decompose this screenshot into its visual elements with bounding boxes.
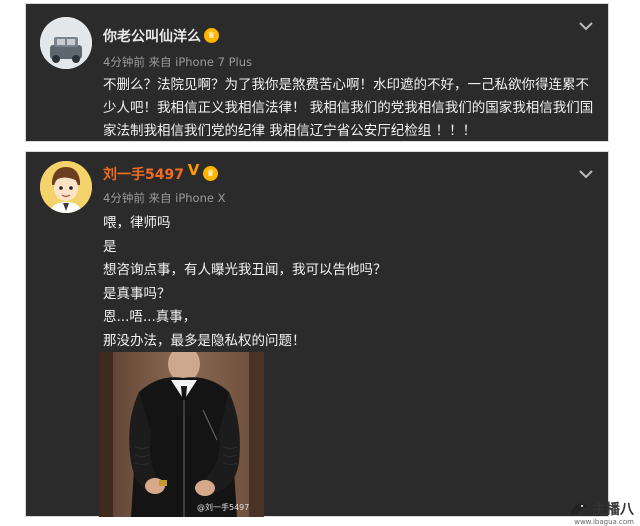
post-line: 喂，律师吗	[103, 215, 171, 231]
chevron-down-icon[interactable]	[578, 168, 594, 180]
avatar[interactable]	[40, 17, 92, 69]
photo-watermark: @刘一手5497	[197, 503, 250, 512]
post-text: 不删么？法院见啊？为了我你是煞费苦心啊！水印遮的不好，一己私欲你得连累不少人吧！…	[103, 77, 594, 139]
post-line: 想咨询点事，有人曝光我丑闻，我可以告他吗？	[103, 262, 387, 278]
weibo-post-1: 你老公叫仙洋么 ♛ 4分钟前 来自 iPhone 7 Plus 不删么？法院见啊…	[25, 3, 609, 142]
vip-badge-icon: ♛	[203, 166, 218, 181]
post-photo[interactable]: @刘一手5497	[99, 352, 264, 517]
verified-v-icon: V	[187, 160, 200, 179]
chevron-down-icon[interactable]	[578, 20, 594, 32]
bird-icon	[570, 503, 587, 515]
site-logo-text: 主播八	[592, 502, 634, 518]
post-line: 恩...唔...真事，	[103, 309, 197, 325]
post-meta: 4分钟前 来自 iPhone X	[103, 191, 226, 205]
site-logo: 主播八 www.ibagua.com	[567, 497, 634, 526]
username[interactable]: 刘一手5497	[103, 164, 184, 184]
post-text: 喂，律师吗 是 想咨询点事，有人曝光我丑闻，我可以告他吗？ 是真事吗？ 恩...…	[103, 212, 387, 353]
post-meta: 4分钟前 来自 iPhone 7 Plus	[103, 55, 252, 69]
vip-badge-icon: ♛	[204, 28, 219, 43]
post-line: 是真事吗？	[103, 285, 171, 302]
post-line: 是	[103, 238, 117, 255]
weibo-post-2: 刘一手5497 V ♛ 4分钟前 来自 iPhone X 喂，律师吗 是 想咨询…	[25, 151, 609, 517]
avatar[interactable]	[40, 161, 92, 213]
post-line: 那没办法，最多是隐私权的问题！	[103, 332, 306, 349]
username[interactable]: 你老公叫仙洋么	[103, 26, 201, 46]
